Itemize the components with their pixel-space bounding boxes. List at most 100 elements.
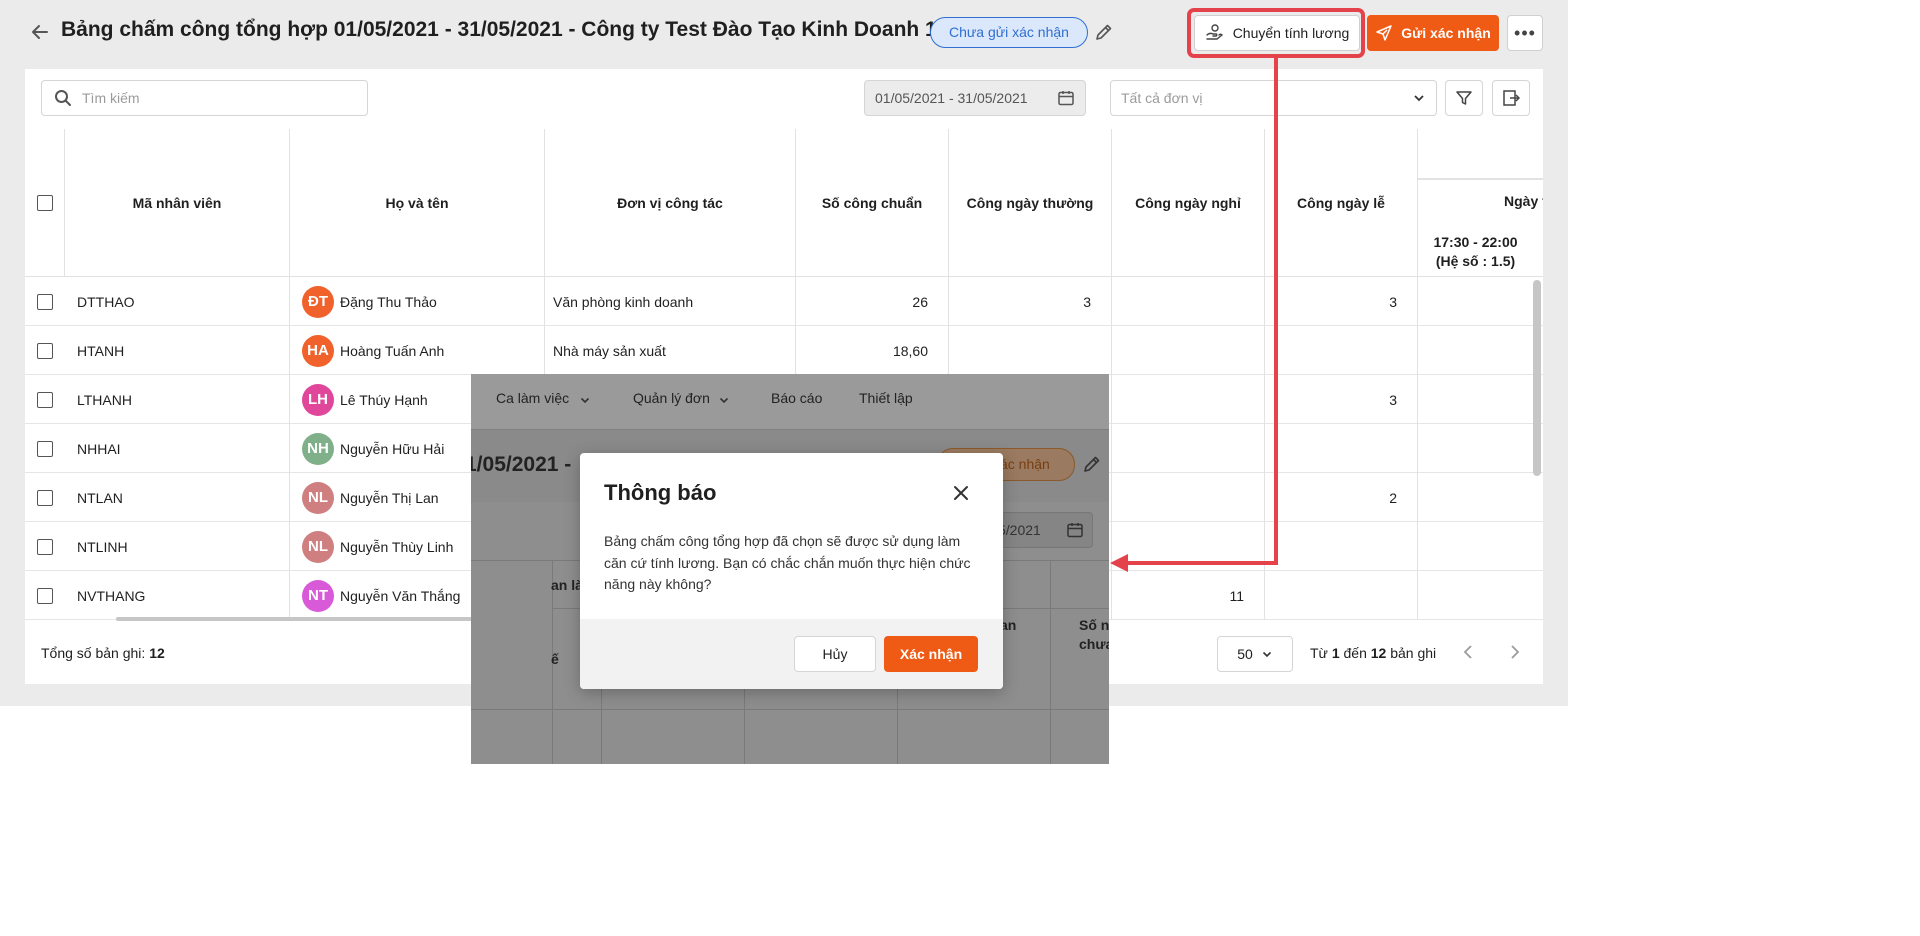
standard-workdays: 18,60: [892, 342, 928, 359]
employee-name: Đặng Thu Thảo: [340, 293, 437, 310]
employee-code: LTHANH: [77, 391, 132, 408]
vertical-scrollbar[interactable]: [1533, 280, 1541, 476]
holiday-workdays-cell: [1265, 571, 1418, 620]
column-header-code[interactable]: Mã nhân viên: [65, 129, 290, 277]
holiday-workdays-cell: [1265, 522, 1418, 571]
column-header-holiday[interactable]: Công ngày lễ: [1265, 129, 1418, 277]
column-header-off[interactable]: Công ngày nghỉ: [1112, 129, 1265, 277]
range-from-label: Từ: [1310, 645, 1328, 661]
avatar: HA: [302, 334, 334, 367]
close-icon[interactable]: [950, 482, 972, 504]
send-confirmation-label: Gửi xác nhận: [1401, 25, 1491, 41]
unit-name: Nhà máy sản xuất: [553, 342, 666, 359]
search-icon: [55, 90, 71, 106]
date-range-field[interactable]: 01/05/2021 - 31/05/2021: [864, 80, 1086, 116]
holiday-workdays-cell: 3: [1265, 277, 1418, 326]
avatar: NL: [302, 530, 334, 563]
avatar: ĐT: [302, 285, 334, 318]
dialog-message: Bảng chấm công tổng hợp đã chọn sẽ được …: [604, 533, 971, 592]
employee-code-cell: HTANH: [65, 326, 290, 375]
overtime-cell: [1418, 326, 1543, 375]
table-row[interactable]: DTTHAO ĐT Đặng Thu Thảo Văn phòng kinh doan…: [25, 277, 1543, 326]
column-header-unit[interactable]: Đơn vị công tác: [545, 129, 796, 277]
off-workdays-cell: [1112, 522, 1265, 571]
embedded-date-field: 5/2021: [995, 512, 1093, 548]
back-arrow-icon[interactable]: [28, 20, 52, 44]
confirm-dialog: Thông báo Bảng chấm công tổng hợp đã chọ…: [580, 453, 1003, 689]
row-select-cell: [25, 571, 65, 620]
row-checkbox[interactable]: [37, 440, 53, 457]
embedded-nav-bar: Ca làm việc Quản lý đơn Báo cáo Thiết lậ…: [471, 374, 1109, 430]
row-checkbox[interactable]: [37, 391, 53, 408]
unit-select[interactable]: Tất cả đơn vị: [1110, 80, 1437, 116]
export-button[interactable]: [1492, 80, 1530, 116]
embedded-nav-requests: Quản lý đơn: [633, 390, 710, 406]
employee-code-cell: NVTHANG: [65, 571, 290, 620]
employee-code-cell: NHHAI: [65, 424, 290, 473]
edit-pencil-icon: [1084, 456, 1100, 472]
status-badge: Chưa gửi xác nhận: [930, 17, 1088, 48]
more-options-button[interactable]: •••: [1507, 15, 1543, 51]
prev-page-icon[interactable]: [1461, 643, 1475, 666]
employee-code-cell: NTLAN: [65, 473, 290, 522]
column-header-standard[interactable]: Số công chuẩn: [796, 129, 949, 277]
row-select-cell: [25, 424, 65, 473]
total-records: Tổng số bản ghi: 12: [41, 645, 165, 661]
next-page-icon[interactable]: [1508, 643, 1522, 666]
column-header-normal[interactable]: Công ngày thường: [949, 129, 1112, 277]
row-select-cell: [25, 326, 65, 375]
unit-placeholder: Tất cả đơn vị: [1121, 90, 1203, 106]
cancel-button[interactable]: Hủy: [794, 636, 876, 672]
overtime-cell: [1418, 522, 1543, 571]
subheader-coefficient: (Hệ số : 1.5): [1435, 253, 1516, 269]
chevron-down-icon: [1262, 651, 1271, 658]
table-row[interactable]: HTANH HA Hoàng Tuấn Anh Nhà máy sản xuất 18,…: [25, 326, 1543, 375]
filter-button[interactable]: [1445, 80, 1483, 116]
row-checkbox[interactable]: [37, 489, 53, 506]
horizontal-scrollbar[interactable]: [116, 617, 476, 621]
overtime-cell: [1418, 571, 1543, 620]
off-workdays-cell: 11: [1112, 571, 1265, 620]
chevron-down-icon: [719, 397, 729, 404]
embedded-divider: [471, 709, 1109, 710]
send-confirmation-button[interactable]: Gửi xác nhận: [1367, 15, 1499, 51]
holiday-workdays-cell: [1265, 424, 1418, 473]
total-label: Tổng số bản ghi:: [41, 645, 146, 661]
subheader-time: 17:30 - 22:00: [1433, 234, 1518, 250]
avatar: NH: [302, 432, 334, 465]
page-size-select[interactable]: 50: [1217, 636, 1293, 672]
column-header-name[interactable]: Họ và tên: [290, 129, 545, 277]
row-select-cell: [25, 375, 65, 424]
row-checkbox[interactable]: [37, 293, 53, 310]
unit-cell: Nhà máy sản xuất: [545, 326, 796, 375]
confirm-button[interactable]: Xác nhận: [884, 636, 978, 672]
row-checkbox[interactable]: [37, 538, 53, 555]
employee-code: NHHAI: [77, 440, 121, 457]
search-input[interactable]: Tìm kiếm: [41, 80, 368, 116]
filter-icon: [1456, 91, 1472, 105]
row-checkbox[interactable]: [37, 342, 53, 359]
employee-name: Nguyễn Thị Lan: [340, 489, 439, 506]
range-suffix: bản ghi: [1390, 645, 1437, 661]
avatar: NT: [302, 579, 334, 612]
employee-code-cell: LTHANH: [65, 375, 290, 424]
select-all-checkbox[interactable]: [36, 194, 53, 211]
embedded-date-fragment: 5/2021: [998, 522, 1041, 538]
edit-pencil-icon[interactable]: [1094, 22, 1114, 42]
avatar: LH: [302, 383, 334, 416]
column-group-header: Ngày t: [1418, 129, 1543, 209]
employee-code-cell: NTLINH: [65, 522, 290, 571]
off-workdays: 11: [1229, 587, 1244, 604]
total-value: 12: [149, 645, 165, 661]
employee-code: NTLINH: [77, 538, 128, 555]
calendar-icon: [1058, 91, 1074, 106]
off-workdays-cell: [1112, 277, 1265, 326]
row-select-cell: [25, 473, 65, 522]
standard-workdays-cell: 26: [796, 277, 949, 326]
employee-name: Nguyễn Văn Thắng: [340, 587, 461, 604]
range-from: 1: [1331, 645, 1340, 661]
send-icon: [1376, 25, 1392, 41]
row-checkbox[interactable]: [37, 587, 53, 604]
page-title: Bảng chấm công tổng hợp 01/05/2021 - 31/…: [61, 18, 937, 41]
chevron-down-icon: [580, 397, 590, 404]
